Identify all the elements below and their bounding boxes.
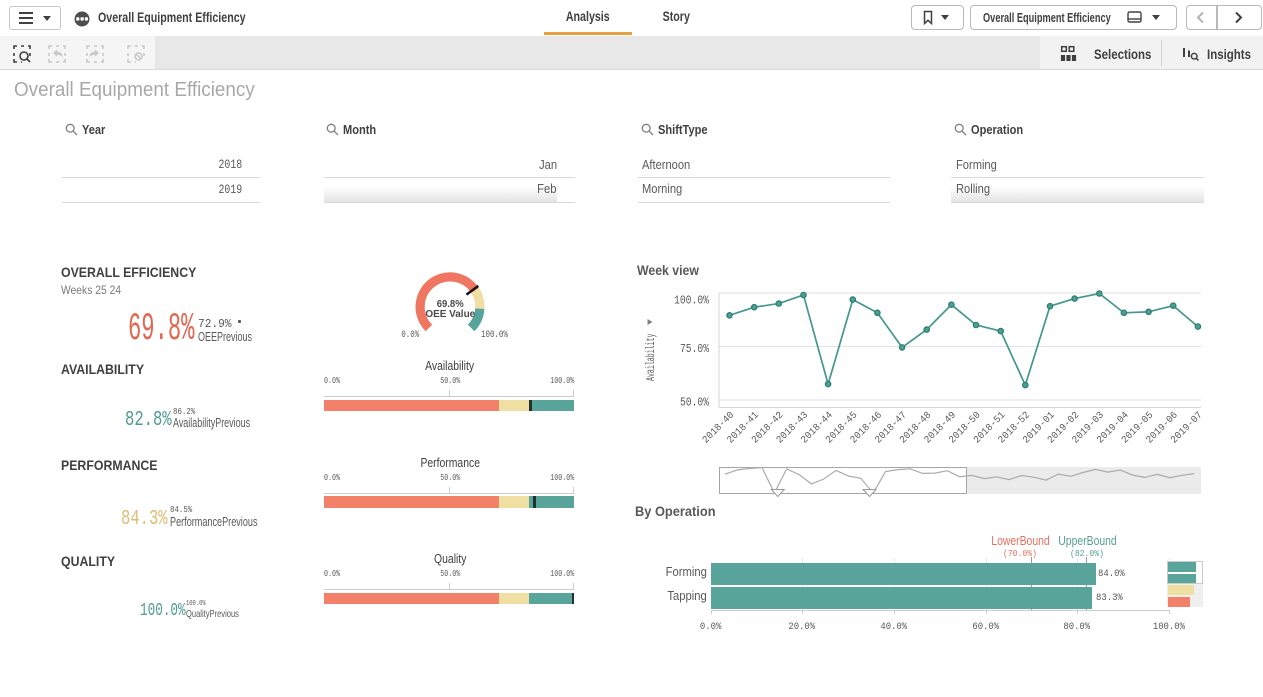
- svg-text:Availability: Availability: [645, 333, 658, 381]
- svg-text:100.0%: 100.0%: [674, 294, 710, 308]
- svg-text:50.0%: 50.0%: [680, 396, 710, 410]
- svg-text:75.0%: 75.0%: [680, 342, 710, 356]
